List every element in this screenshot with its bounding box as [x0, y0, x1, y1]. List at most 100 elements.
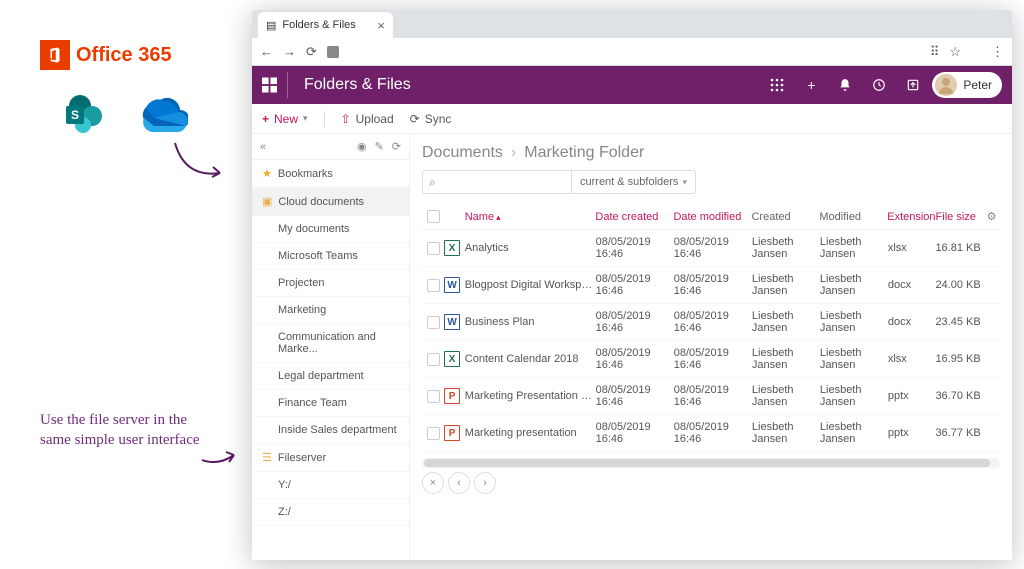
created-by: Liesbeth Jansen [752, 384, 820, 408]
sidebar-item-folder[interactable]: Legal department [252, 363, 409, 390]
main: « ◉ ✎ ⟳ ★ Bookmarks ▣ Cloud documents My… [252, 134, 1012, 560]
sidebar-label: Cloud documents [278, 196, 364, 208]
apps-grid-icon[interactable] [762, 70, 792, 100]
file-name: Marketing Presentation Oct... [463, 390, 596, 402]
arrow-to-fileserver [200, 440, 240, 470]
marketing-annotations: Office 365 S Use the file server in the … [0, 0, 250, 569]
close-tab-icon[interactable]: × [377, 18, 385, 33]
back-icon[interactable]: ← [260, 44, 273, 59]
sidebar-label: Microsoft Teams [278, 250, 358, 262]
sidebar-item-folder[interactable]: Projecten [252, 270, 409, 297]
col-name[interactable]: Name▴ [463, 211, 596, 223]
table-row[interactable]: XAnalytics08/05/2019 16:4608/05/2019 16:… [422, 230, 1000, 267]
table-row[interactable]: WBlogpost Digital Workspace08/05/2019 16… [422, 267, 1000, 304]
file-type-icon: W [444, 277, 460, 293]
translate-icon[interactable]: ⠿ [930, 44, 940, 60]
row-checkbox[interactable] [427, 353, 440, 366]
file-name: Marketing presentation [463, 427, 596, 439]
col-modified[interactable]: Modified [819, 211, 887, 223]
eye-icon[interactable]: ◉ [357, 140, 367, 153]
new-button[interactable]: + New ▾ [262, 112, 308, 126]
sidebar-item-folder[interactable]: Communication and Marke... [252, 324, 409, 363]
sidebar-item-folder[interactable]: Inside Sales department [252, 417, 409, 444]
file-size: 23.45 KB [935, 316, 983, 328]
table-row[interactable]: XContent Calendar 201808/05/2019 16:4608… [422, 341, 1000, 378]
browser-address-bar: ← → ⟳ ⠿ ☆ ⋮ [252, 38, 1012, 66]
sidebar-item-fileserver[interactable]: ☰ Fileserver [252, 444, 409, 472]
clock-icon[interactable] [864, 70, 894, 100]
page-next-button[interactable]: › [474, 472, 496, 494]
search-input[interactable] [440, 176, 565, 188]
sidebar-item-cloud-documents[interactable]: ▣ Cloud documents [252, 188, 409, 216]
row-checkbox[interactable] [427, 390, 440, 403]
row-checkbox[interactable] [427, 279, 440, 292]
sidebar-label: Finance Team [278, 397, 347, 409]
plus-icon: + [262, 112, 269, 126]
sync-icon: ⟳ [410, 112, 420, 126]
row-checkbox[interactable] [427, 427, 440, 440]
arrow-to-cloud-documents [170, 138, 230, 188]
table-row[interactable]: PMarketing presentation08/05/2019 16:460… [422, 415, 1000, 452]
breadcrumb-seg-documents[interactable]: Documents [422, 144, 503, 162]
extension: pptx [888, 427, 936, 439]
page-prev-button[interactable]: ‹ [448, 472, 470, 494]
col-file-size[interactable]: File size [936, 211, 984, 223]
app-header: Folders & Files + Peter [252, 66, 1012, 104]
sidebar-item-folder[interactable]: Microsoft Teams [252, 243, 409, 270]
office365-text: Office 365 [76, 44, 172, 67]
sidebar-item-folder[interactable]: My documents [252, 216, 409, 243]
extension: pptx [888, 390, 936, 402]
star-icon[interactable]: ☆ [949, 44, 961, 60]
col-created[interactable]: Created [751, 211, 819, 223]
horizontal-scrollbar[interactable] [422, 458, 1000, 468]
star-icon: ★ [262, 167, 272, 180]
forward-icon[interactable]: → [283, 44, 296, 59]
select-all-checkbox[interactable] [427, 210, 440, 223]
table-row[interactable]: WBusiness Plan08/05/2019 16:4608/05/2019… [422, 304, 1000, 341]
sync-button[interactable]: ⟳ Sync [410, 112, 452, 126]
sidebar-item-folder[interactable]: Finance Team [252, 390, 409, 417]
file-type-icon: P [444, 425, 460, 441]
share-icon[interactable] [898, 70, 928, 100]
table-header: Name▴ Date created Date modified Created… [422, 204, 1000, 230]
col-date-created[interactable]: Date created [595, 211, 673, 223]
browser-tab[interactable]: ▤ Folders & Files × [258, 12, 393, 38]
sync-label: Sync [425, 112, 452, 126]
collapse-icon[interactable]: « [260, 141, 266, 153]
upload-button[interactable]: ⇧ Upload [341, 112, 394, 126]
user-name: Peter [963, 78, 992, 92]
search-scope-dropdown[interactable]: current & subfolders ▾ [572, 170, 696, 194]
refresh-icon[interactable]: ⟳ [392, 140, 401, 153]
table-row[interactable]: PMarketing Presentation Oct...08/05/2019… [422, 378, 1000, 415]
menu-dots-icon[interactable]: ⋮ [991, 44, 1004, 60]
sharepoint-icon: S [60, 90, 108, 138]
date-modified: 08/05/2019 16:46 [674, 310, 752, 334]
scroll-thumb[interactable] [424, 459, 990, 467]
sidebar-label: Communication and Marke... [278, 331, 399, 355]
pager: × ‹ › [422, 472, 1000, 494]
sidebar-item-drive[interactable]: Y:/ [252, 472, 409, 499]
bell-icon[interactable] [830, 70, 860, 100]
reload-icon[interactable]: ⟳ [306, 44, 317, 60]
user-menu[interactable]: Peter [932, 72, 1002, 98]
office365-logo: Office 365 [40, 40, 240, 70]
sidebar-item-bookmarks[interactable]: ★ Bookmarks [252, 160, 409, 188]
col-date-modified[interactable]: Date modified [673, 211, 751, 223]
office-icon [40, 40, 70, 70]
sidebar-label: Bookmarks [278, 168, 333, 180]
row-checkbox[interactable] [427, 316, 440, 329]
gear-icon[interactable]: ⚙ [983, 210, 1000, 223]
search-box[interactable]: ⌕ [422, 170, 572, 194]
add-icon[interactable]: + [796, 70, 826, 100]
row-checkbox[interactable] [427, 242, 440, 255]
sidebar-item-drive[interactable]: Z:/ [252, 499, 409, 526]
breadcrumb-seg-current: Marketing Folder [524, 144, 644, 162]
col-extension[interactable]: Extension [887, 211, 935, 223]
modified-by: Liesbeth Jansen [820, 310, 888, 334]
sidebar-item-folder[interactable]: Marketing [252, 297, 409, 324]
wrench-icon[interactable]: ✎ [375, 140, 384, 153]
app-launcher-icon[interactable] [262, 72, 288, 98]
page-first-button[interactable]: × [422, 472, 444, 494]
file-size: 24.00 KB [935, 279, 983, 291]
file-name: Blogpost Digital Workspace [463, 279, 596, 291]
